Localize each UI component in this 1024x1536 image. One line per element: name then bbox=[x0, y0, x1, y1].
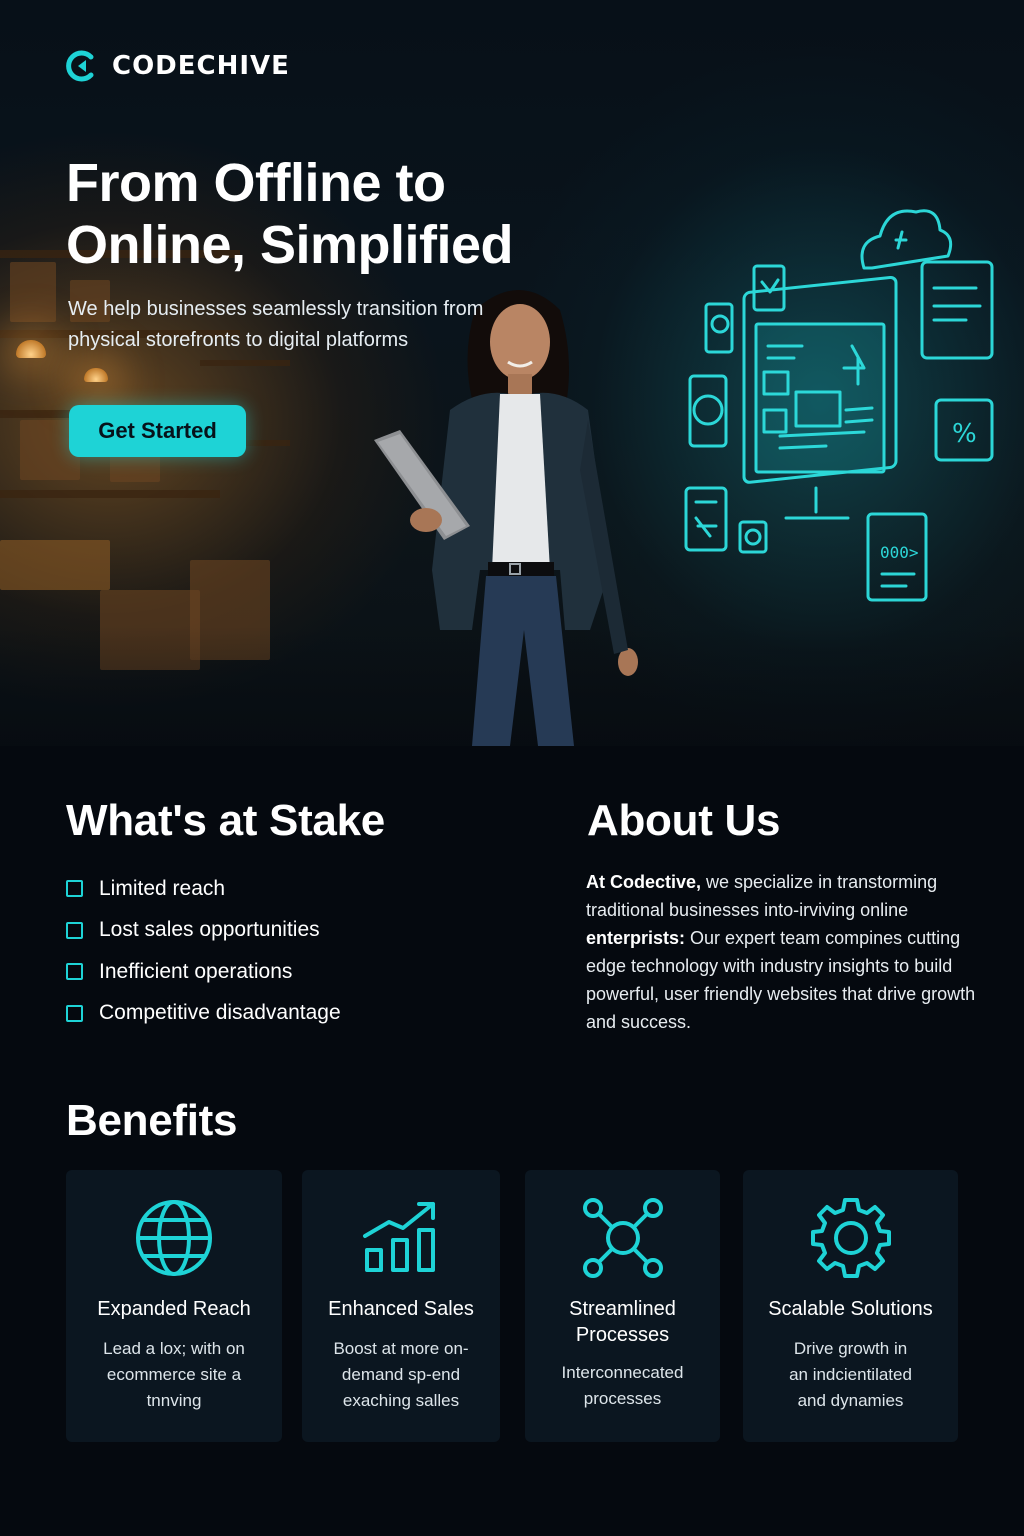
benefit-card-streamlined-processes: Streamlined Processes Interconnecated pr… bbox=[525, 1170, 720, 1442]
hero-subtitle: We help businesses seamlessly transition… bbox=[68, 298, 484, 351]
stake-item: Lost sales opportunities bbox=[66, 910, 341, 952]
network-icon bbox=[582, 1198, 663, 1278]
benefit-title: Expanded Reach bbox=[97, 1298, 251, 1320]
benefit-description: Lead a lox; with on ecommerce site a tnn… bbox=[103, 1339, 245, 1410]
benefit-card-enhanced-sales: Enhanced Sales Boost at more on-demand s… bbox=[302, 1170, 500, 1442]
store-shelf bbox=[0, 490, 220, 498]
store-boxes bbox=[100, 590, 200, 670]
benefit-title: Scalable Solutions bbox=[768, 1298, 933, 1320]
stake-item: Competitive disadvantage bbox=[66, 993, 341, 1035]
percent-glyph: % bbox=[952, 419, 977, 449]
store-goods bbox=[10, 262, 56, 322]
pendant-lamp bbox=[16, 340, 46, 358]
hero-title: From Offline to Online, Simplified bbox=[66, 153, 514, 275]
checkbox-icon bbox=[66, 963, 83, 981]
about-emphasis: enterprists: bbox=[586, 928, 686, 948]
benefit-description: Interconnecated processes bbox=[561, 1363, 684, 1408]
store-boxes bbox=[190, 560, 270, 660]
stake-item: Inefficient operations bbox=[66, 951, 341, 993]
stake-heading: What's at Stake bbox=[66, 796, 385, 845]
stake-item: Limited reach bbox=[66, 868, 341, 910]
stake-item-label: Lost sales opportunities bbox=[99, 918, 320, 942]
brand-name: CODECHIVE bbox=[112, 51, 290, 81]
benefits-cards: Expanded Reach Lead a lox; with on ecomm… bbox=[66, 1170, 958, 1442]
benefits-heading: Benefits bbox=[66, 1096, 238, 1145]
about-heading: About Us bbox=[587, 796, 781, 845]
hero-section: CODECHIVE From Offline to Online, Simpli… bbox=[0, 0, 1024, 746]
benefit-description: Drive growth in an indcientilated and dy… bbox=[789, 1339, 912, 1410]
growth-chart-icon bbox=[363, 1202, 435, 1272]
get-started-button[interactable]: Get Started bbox=[69, 405, 246, 457]
about-company-name: At Codective, bbox=[586, 872, 702, 892]
benefit-card-expanded-reach: Expanded Reach Lead a lox; with on ecomm… bbox=[66, 1170, 282, 1442]
benefit-title: Streamlined Processes bbox=[569, 1298, 676, 1346]
checkbox-icon bbox=[66, 880, 83, 898]
benefit-description: Boost at more on-demand sp-end exaching … bbox=[333, 1339, 469, 1410]
benefit-title: Enhanced Sales bbox=[328, 1298, 474, 1320]
checkbox-icon bbox=[66, 1004, 83, 1022]
code-glyph: 000> bbox=[880, 543, 919, 562]
benefit-card-scalable-solutions: Scalable Solutions Drive growth in an in… bbox=[743, 1170, 958, 1442]
store-goods bbox=[0, 540, 110, 590]
logo-icon bbox=[66, 50, 94, 82]
stake-item-label: Limited reach bbox=[99, 876, 226, 900]
digital-hologram-illustration: % 000> bbox=[684, 209, 994, 602]
globe-icon bbox=[136, 1200, 212, 1276]
stake-item-label: Inefficient operations bbox=[99, 959, 293, 983]
stake-item-label: Competitive disadvantage bbox=[99, 1001, 341, 1025]
stake-list: Limited reach Lost sales opportunities I… bbox=[66, 868, 341, 1034]
gear-icon bbox=[810, 1198, 891, 1278]
checkbox-icon bbox=[66, 921, 83, 939]
store-shelf bbox=[200, 360, 290, 366]
pendant-lamp bbox=[84, 368, 108, 382]
about-paragraph: At Codective, we specialize in transtorm… bbox=[586, 868, 986, 1036]
brand-logo[interactable]: CODECHIVE bbox=[64, 48, 290, 84]
